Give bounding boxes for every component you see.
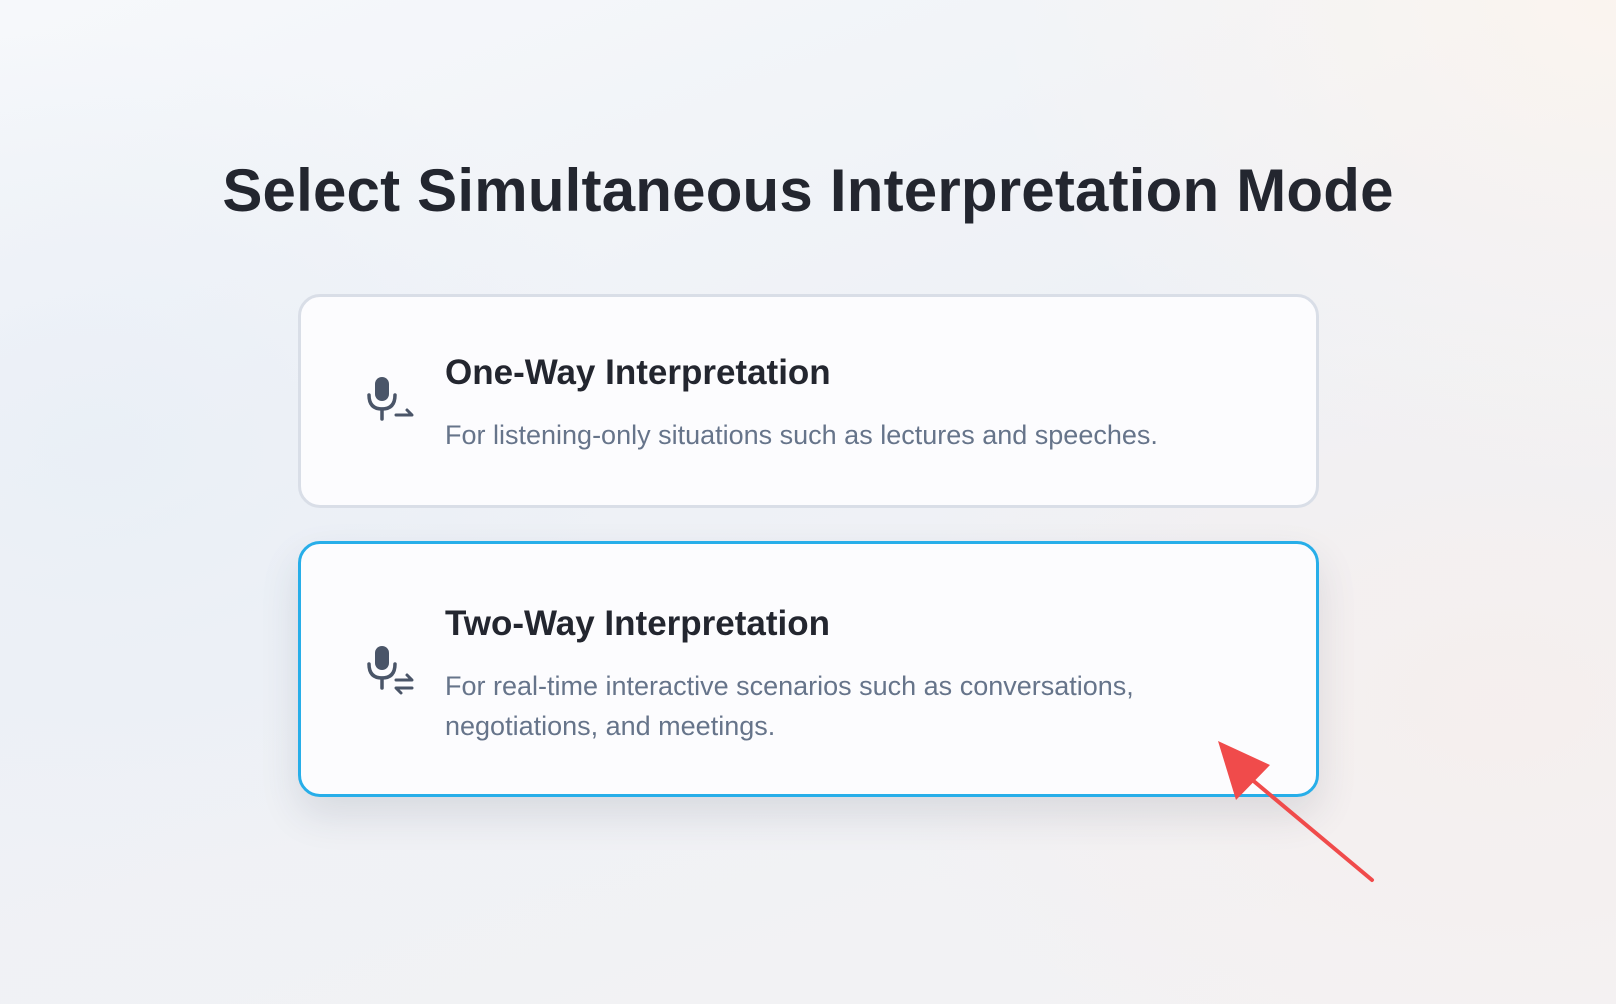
two-way-option-description: For real-time interactive scenarios such…: [445, 671, 1134, 741]
two-way-interpretation-option[interactable]: Two-Way Interpretation For real-time int…: [298, 541, 1319, 797]
microphone-two-way-icon: [367, 646, 414, 695]
page-title: Select Simultaneous Interpretation Mode: [222, 157, 1394, 224]
one-way-option-title: One-Way Interpretation: [445, 353, 831, 392]
microphone-one-way-icon: [367, 377, 414, 421]
two-way-option-title: Two-Way Interpretation: [445, 604, 830, 643]
one-way-option-description: For listening-only situations such as le…: [445, 420, 1158, 450]
one-way-interpretation-option[interactable]: One-Way Interpretation For listening-onl…: [298, 294, 1319, 508]
